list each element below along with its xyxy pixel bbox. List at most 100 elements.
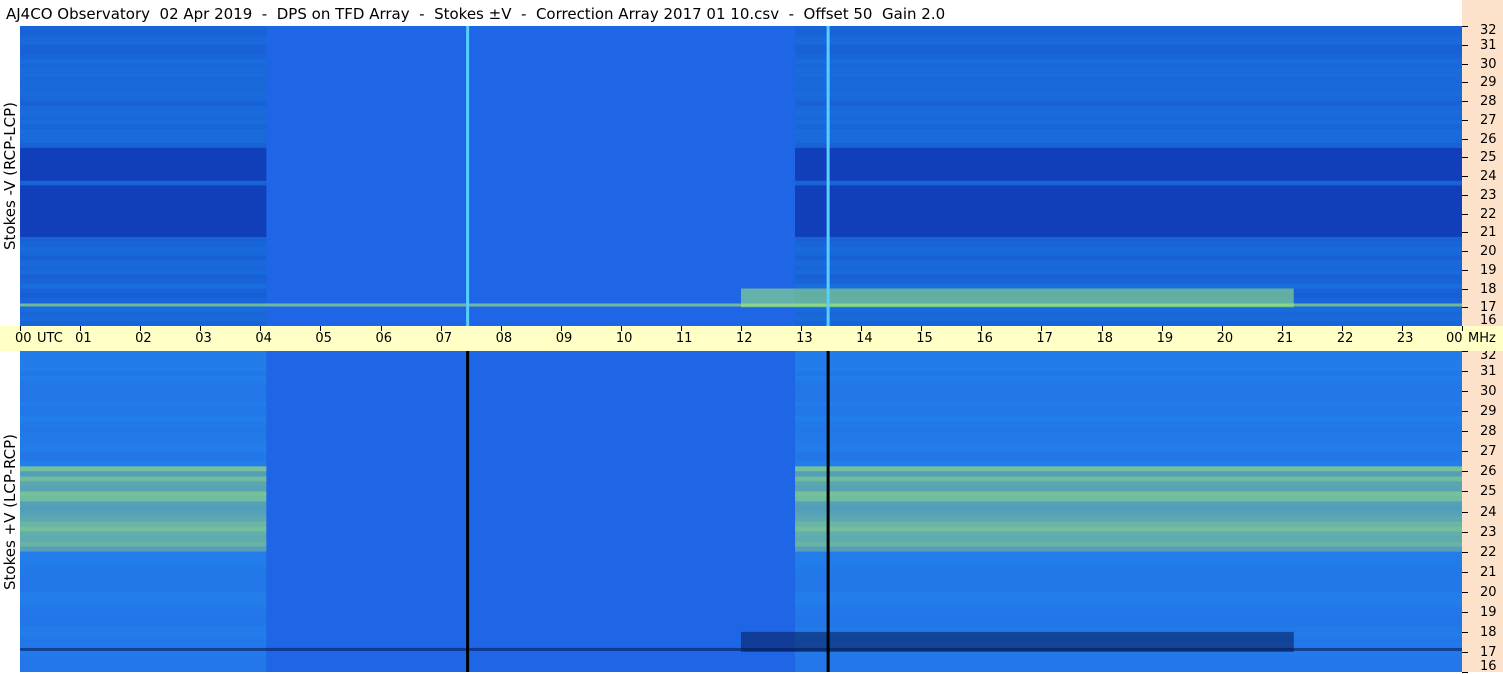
freq-band [20, 91, 267, 97]
time-tick-label: 22 [1336, 331, 1354, 346]
freq-band [20, 396, 267, 402]
freq-band [795, 601, 1462, 607]
freq-band [795, 666, 1462, 672]
freq-band [20, 406, 267, 412]
freq-band [20, 297, 267, 303]
freq-band [795, 105, 1462, 111]
freq-tick-mark [1462, 411, 1468, 413]
freq-band [20, 626, 267, 632]
freq-band [795, 166, 1462, 172]
freq-tick-mark [1462, 471, 1468, 473]
freq-band [20, 411, 267, 417]
freq-band [795, 58, 1462, 64]
time-tick-label: 06 [375, 331, 393, 346]
time-tick-label: 15 [916, 331, 933, 346]
freq-band [795, 541, 1462, 547]
time-tick-label: 14 [856, 331, 873, 346]
freq-band [795, 227, 1462, 233]
freq-band [795, 236, 1462, 242]
freq-band [20, 511, 267, 517]
freq-band [795, 516, 1462, 522]
freq-band [20, 307, 267, 312]
freq-tick-label: 17 [1480, 644, 1497, 660]
freq-band [795, 656, 1462, 662]
freq-tick-label: 27 [1480, 444, 1497, 460]
freq-band [795, 391, 1462, 397]
freq-band [20, 110, 267, 116]
freq-tick-mark [1462, 391, 1468, 393]
freq-band [20, 222, 267, 228]
freq-band [795, 138, 1462, 144]
time-tick-label: 17 [1036, 331, 1053, 346]
freq-band [20, 283, 267, 289]
freq-band [795, 501, 1462, 507]
freq-band [795, 311, 1462, 317]
freq-tick-label: 25 [1480, 150, 1497, 166]
freq-band [20, 157, 267, 162]
freq-tick-label: 26 [1480, 131, 1497, 147]
freq-band [20, 351, 267, 357]
freq-band [20, 72, 267, 78]
freq-band [795, 185, 1462, 191]
freq-band [20, 133, 267, 139]
freq-tick-label: 21 [1480, 225, 1497, 241]
time-tick-label: 13 [796, 331, 813, 346]
time-tick-label: 04 [255, 331, 272, 346]
freq-band [20, 501, 267, 507]
time-tick-label: 07 [435, 331, 453, 346]
freq-tick-label: 27 [1480, 112, 1497, 128]
freq-tick-mark [1462, 26, 1468, 27]
freq-band [20, 190, 267, 195]
stokes-minus-v-spectrogram [20, 26, 1462, 326]
freq-tick-mark [1462, 451, 1468, 453]
freq-tick-mark [1462, 269, 1468, 271]
freq-band [20, 426, 267, 432]
freq-band [795, 571, 1462, 577]
time-tick-label: 00 [1446, 331, 1463, 346]
freq-band [795, 621, 1462, 627]
freq-band [20, 421, 267, 427]
freq-band [795, 110, 1462, 116]
freq-band [20, 461, 267, 467]
freq-band [20, 641, 267, 647]
freq-band [795, 406, 1462, 412]
freq-band [20, 441, 267, 447]
freq-band [795, 381, 1462, 387]
vertical-line-0 [466, 26, 470, 326]
freq-band [20, 541, 267, 547]
time-tick-label: 12 [736, 331, 753, 346]
freq-band [795, 366, 1462, 372]
freq-band [795, 471, 1462, 477]
time-tick-label: 10 [615, 331, 633, 346]
interference-line [20, 647, 1462, 651]
time-tick-label: 19 [1156, 331, 1174, 346]
freq-tick-mark [1462, 591, 1468, 593]
freq-band [20, 551, 267, 557]
freq-band [20, 381, 267, 387]
freq-band [20, 456, 267, 462]
freq-band [20, 105, 267, 111]
freq-band [795, 91, 1462, 97]
freq-band [20, 546, 267, 552]
interference-line [20, 303, 1462, 307]
freq-band [20, 451, 267, 457]
freq-band [795, 426, 1462, 432]
freq-tick-mark [1462, 631, 1468, 633]
freq-band [795, 626, 1462, 632]
freq-band [20, 436, 267, 442]
freq-tick-mark [1462, 119, 1468, 121]
freq-band [20, 566, 267, 572]
freq-band [20, 471, 267, 477]
freq-tick-label: 22 [1480, 206, 1497, 222]
freq-tick-label: 25 [1480, 484, 1497, 500]
freq-tick-label: 18 [1480, 624, 1497, 640]
freq-band [795, 152, 1462, 158]
time-tick-label: 05 [315, 331, 332, 346]
freq-tick-mark [1462, 63, 1468, 65]
freq-band [795, 481, 1462, 487]
vertical-line-1 [826, 351, 830, 672]
freq-band [795, 371, 1462, 377]
freq-band [795, 466, 1462, 472]
freq-band [20, 576, 267, 582]
freq-band [795, 536, 1462, 542]
